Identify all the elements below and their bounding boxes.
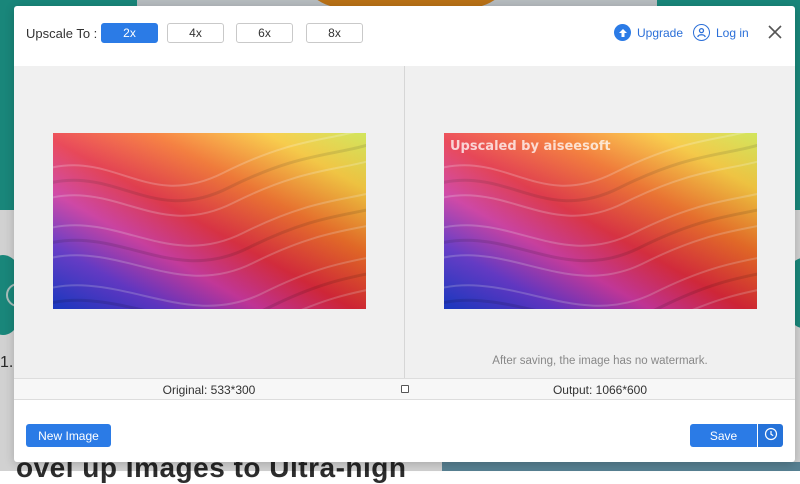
close-icon[interactable] — [766, 23, 784, 41]
output-image: Upscaled by aiseesoft — [444, 133, 757, 309]
preview-area: Upscaled by aiseesoft After saving, the … — [14, 66, 795, 378]
watermark-note: After saving, the image has no watermark… — [492, 355, 708, 367]
output-resolution: Output: 1066*600 — [552, 383, 648, 397]
watermark-text: Upscaled by aiseesoft — [450, 139, 611, 154]
login-label: Log in — [716, 25, 749, 40]
upgrade-label: Upgrade — [637, 25, 684, 40]
login-link[interactable]: Log in — [693, 24, 749, 41]
upgrade-icon — [614, 24, 631, 41]
original-resolution: Original: 533*300 — [162, 383, 256, 397]
upscale-label: Upscale To : — [26, 26, 98, 41]
scale-2x-button[interactable]: 2x — [101, 23, 158, 43]
resolution-bar: Original: 533*300 Output: 1066*600 — [14, 378, 795, 400]
upgrade-link[interactable]: Upgrade — [614, 24, 683, 41]
dialog-header: Upscale To : 2x 4x 6x 8x Upgrade Log in — [14, 6, 795, 64]
upscale-dialog: Upscale To : 2x 4x 6x 8x Upgrade Log in — [14, 6, 795, 462]
new-image-button[interactable]: New Image — [26, 424, 111, 447]
history-icon — [764, 427, 778, 444]
original-image — [53, 133, 366, 309]
user-icon — [693, 24, 710, 41]
preview-divider — [404, 66, 405, 378]
scale-4x-button[interactable]: 4x — [167, 23, 224, 43]
scale-6x-button[interactable]: 6x — [236, 23, 293, 43]
save-button[interactable]: Save — [690, 424, 757, 447]
history-button[interactable] — [758, 424, 783, 447]
scale-8x-button[interactable]: 8x — [306, 23, 363, 43]
